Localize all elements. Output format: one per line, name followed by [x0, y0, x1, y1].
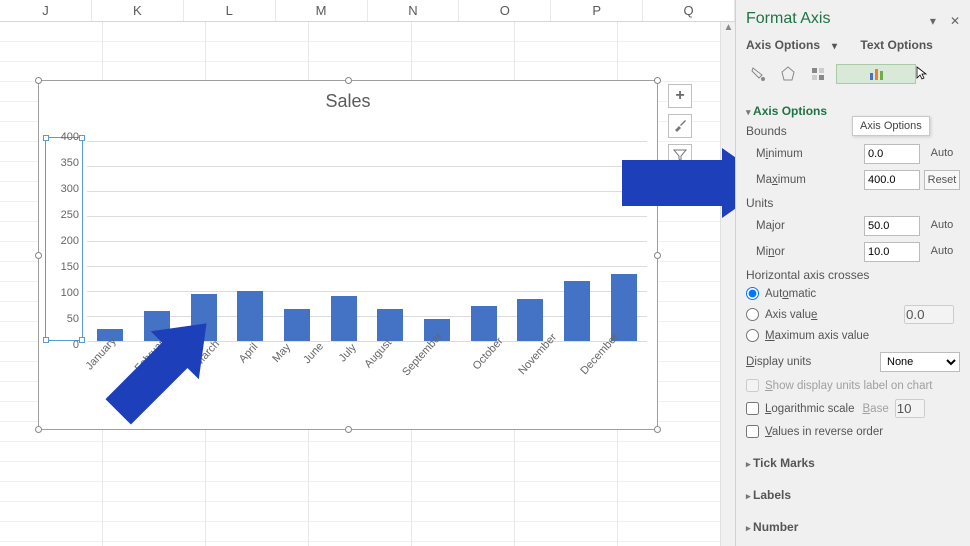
y-tick-label: 350 [61, 157, 79, 169]
tooltip: Axis Options [852, 116, 930, 136]
y-tick-label: 300 [61, 183, 79, 195]
pane-tabs: Axis Options▾ Text Options [746, 38, 960, 52]
chevron-down-icon: ▾ [832, 41, 837, 52]
resize-handle[interactable] [345, 77, 352, 84]
radio-axis-value[interactable] [746, 308, 759, 321]
maximum-label: Maximum [746, 174, 864, 186]
chart-filters-button[interactable] [668, 144, 692, 168]
resize-handle[interactable] [654, 252, 661, 259]
radio-max-axis-value-label: Maximum axis value [765, 330, 869, 342]
minimum-auto-button[interactable]: Auto [924, 144, 960, 164]
chart-elements-button[interactable]: + [668, 84, 692, 108]
x-tick-label: December [578, 331, 671, 422]
minimum-input[interactable] [864, 144, 920, 164]
column-header[interactable]: M [276, 0, 368, 21]
pane-close-icon[interactable]: ✕ [950, 14, 960, 28]
brush-icon [673, 118, 687, 135]
reverse-checkbox[interactable] [746, 425, 759, 438]
filter-icon [673, 148, 687, 165]
format-axis-pane: Format Axis ▾ ✕ Axis Options▾ Text Optio… [735, 0, 970, 546]
column-header[interactable]: K [92, 0, 184, 21]
bar[interactable] [191, 294, 217, 342]
maximum-reset-button[interactable]: Reset [924, 170, 960, 190]
pane-menu-icon[interactable]: ▾ [930, 14, 936, 28]
base-label: Base [863, 403, 889, 415]
maximum-input[interactable] [864, 170, 920, 190]
bar[interactable] [471, 306, 497, 341]
major-auto-button[interactable]: Auto [924, 216, 960, 236]
size-properties-icon[interactable] [806, 62, 830, 86]
column-header[interactable]: P [551, 0, 643, 21]
y-tick-label: 100 [61, 287, 79, 299]
tab-text-options[interactable]: Text Options [860, 38, 932, 52]
y-tick-label: 0 [73, 339, 79, 351]
axis-value-input [904, 305, 954, 324]
bar[interactable] [284, 309, 310, 342]
resize-handle[interactable] [35, 77, 42, 84]
chart-object[interactable]: Sales 400 350 300 250 200 150 100 50 0 J… [38, 80, 658, 430]
resize-handle[interactable] [35, 426, 42, 433]
horizontal-crosses-label: Horizontal axis crosses [746, 268, 960, 282]
chart-title[interactable]: Sales [39, 91, 657, 112]
display-units-select[interactable]: None [880, 352, 960, 372]
column-header[interactable]: L [184, 0, 276, 21]
minor-input[interactable] [864, 242, 920, 262]
bar[interactable] [377, 309, 403, 342]
section-tick-marks[interactable]: Tick Marks [746, 456, 960, 470]
column-header[interactable]: N [368, 0, 460, 21]
units-label: Units [746, 196, 960, 210]
display-units-label: Display units [746, 356, 880, 368]
fill-line-icon[interactable] [746, 62, 770, 86]
scroll-up-icon[interactable]: ▲ [721, 22, 736, 37]
resize-handle[interactable] [345, 426, 352, 433]
major-input[interactable] [864, 216, 920, 236]
section-number[interactable]: Number [746, 520, 960, 534]
y-tick-label: 50 [67, 313, 79, 325]
show-units-checkbox [746, 379, 759, 392]
chart-styles-button[interactable] [668, 114, 692, 138]
section-labels[interactable]: Labels [746, 488, 960, 502]
column-header[interactable]: Q [643, 0, 735, 21]
base-input [895, 399, 925, 418]
y-tick-label: 250 [61, 209, 79, 221]
bar[interactable] [331, 296, 357, 341]
cursor-icon [916, 66, 928, 83]
minimum-label: Minimum [746, 148, 864, 160]
plot-area[interactable] [87, 141, 647, 341]
bar[interactable] [564, 281, 590, 341]
y-tick-label: 200 [61, 235, 79, 247]
show-units-label: Show display units label on chart [765, 380, 933, 392]
radio-axis-value-label: Axis value [765, 309, 817, 321]
resize-handle[interactable] [654, 426, 661, 433]
log-scale-checkbox[interactable] [746, 402, 759, 415]
y-tick-label: 150 [61, 261, 79, 273]
axis-options-icon[interactable] [836, 64, 916, 84]
column-header-row: J K L M N O P Q [0, 0, 735, 22]
pane-title: Format Axis [746, 10, 960, 28]
reverse-label: Values in reverse order [765, 426, 883, 438]
radio-automatic-label: Automatic [765, 288, 816, 300]
radio-automatic[interactable] [746, 287, 759, 300]
column-header[interactable]: J [0, 0, 92, 21]
bar[interactable] [237, 291, 263, 341]
major-label: Major [746, 220, 864, 232]
minor-label: Minor [746, 246, 864, 258]
effects-icon[interactable] [776, 62, 800, 86]
y-tick-label: 400 [61, 131, 79, 143]
vertical-scrollbar[interactable]: ▲ [720, 22, 735, 546]
radio-max-axis-value[interactable] [746, 329, 759, 342]
resize-handle[interactable] [654, 77, 661, 84]
y-axis-labels[interactable]: 400 350 300 250 200 150 100 50 0 [39, 137, 83, 345]
column-header[interactable]: O [459, 0, 551, 21]
log-scale-label: Logarithmic scale [765, 403, 855, 415]
bar[interactable] [611, 274, 637, 342]
tab-axis-options[interactable]: Axis Options▾ [746, 38, 847, 52]
minor-auto-button[interactable]: Auto [924, 242, 960, 262]
bar[interactable] [517, 299, 543, 342]
x-axis-labels[interactable]: JanuaryFebruaryMarchAprilMayJuneJulyAugu… [87, 343, 647, 423]
